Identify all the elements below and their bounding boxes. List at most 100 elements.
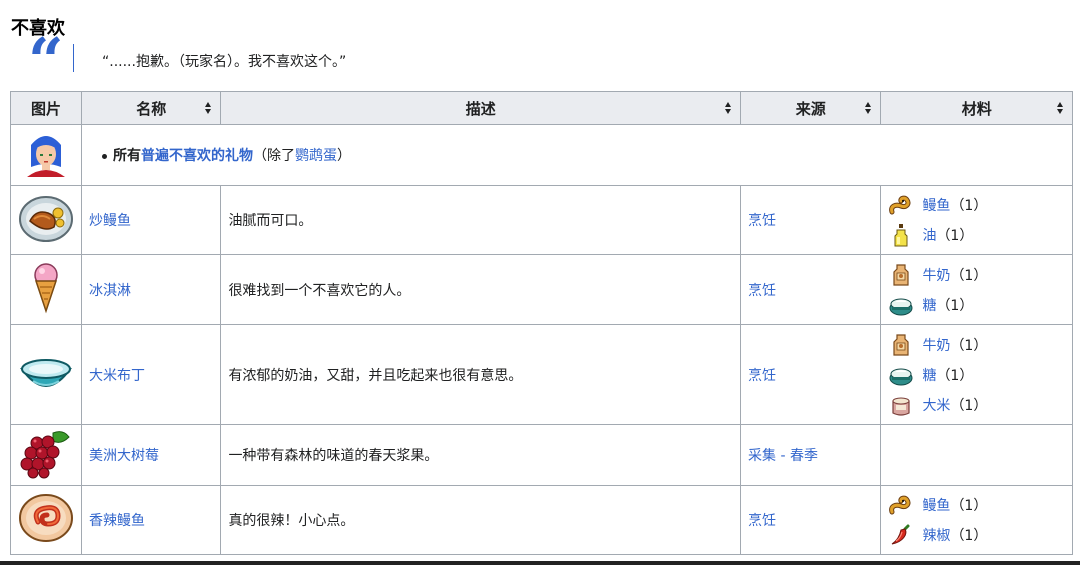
image-cell	[10, 124, 82, 186]
material-item: 糖（1）	[888, 290, 1065, 320]
material-item: 牛奶 （1）	[888, 330, 1065, 360]
material-qty: （1）	[936, 367, 974, 384]
description-cell: 很难找到一个不喜欢它的人。	[220, 254, 742, 325]
eel-icon[interactable]	[888, 192, 914, 218]
material-item: 大米 （1）	[888, 390, 1065, 420]
source-link[interactable]: 采集 - 春季	[748, 448, 818, 464]
material-link[interactable]: 大米	[922, 395, 950, 415]
universal-dislikes-link[interactable]: 普遍不喜欢的礼物	[141, 148, 253, 164]
source-cell: 烹饪	[740, 254, 882, 325]
quote-mark-icon: “	[28, 24, 64, 97]
paren-open: （除了	[253, 148, 295, 164]
item-name-link[interactable]: 大米布丁	[89, 368, 145, 384]
quote-divider	[73, 44, 74, 72]
source-cell: 采集 - 春季	[740, 424, 882, 486]
name-cell: 香辣鳗鱼	[80, 485, 222, 555]
table-row: 大米布丁 有浓郁的奶油，又甜，并且吃起来也很有意思。 烹饪 牛奶 （1） 糖（1）…	[10, 324, 1073, 425]
material-qty: （1）	[950, 198, 988, 214]
image-cell	[10, 424, 82, 486]
universal-dislike-cell: 所有普遍不喜欢的礼物（除了鹦鹉蛋）	[81, 124, 1073, 186]
pepper-icon[interactable]	[888, 522, 914, 548]
image-cell	[10, 185, 82, 255]
header-source[interactable]: 来源	[740, 91, 882, 125]
material-link[interactable]: 糖	[922, 365, 936, 385]
source-link[interactable]: 烹饪	[748, 368, 776, 384]
paren-close: ）	[337, 148, 351, 164]
materials-cell: 鳗鱼 （1） 辣椒 （1）	[880, 485, 1073, 555]
material-link[interactable]: 牛奶	[922, 335, 950, 355]
eel-icon[interactable]	[888, 492, 914, 518]
rice-icon[interactable]	[888, 392, 914, 418]
source-cell: 烹饪	[740, 185, 882, 255]
milk-icon[interactable]	[888, 262, 914, 288]
material-link[interactable]: 鳗鱼	[922, 195, 950, 215]
gift-table: 图片 名称 描述 来源 材料 所有普遍不喜欢的礼物（除了鹦鹉蛋） 炒鳗鱼 油腻而…	[10, 91, 1073, 555]
image-cell	[10, 254, 82, 325]
header-name[interactable]: 名称	[80, 91, 222, 125]
description-cell: 油腻而可口。	[220, 185, 742, 255]
sugar-icon[interactable]	[888, 362, 914, 388]
table-row: 香辣鳗鱼 真的很辣！小心点。 烹饪 鳗鱼 （1） 辣椒 （1）	[10, 485, 1073, 555]
material-qty: （1）	[936, 297, 974, 314]
table-row: 冰淇淋 很难找到一个不喜欢它的人。 烹饪 牛奶 （1） 糖（1）	[10, 254, 1073, 325]
sort-icon[interactable]	[725, 102, 732, 114]
ice-cream-icon[interactable]	[31, 261, 61, 315]
name-cell: 炒鳗鱼	[80, 185, 222, 255]
material-qty: （1）	[950, 397, 988, 414]
item-name-link[interactable]: 炒鳗鱼	[89, 213, 131, 229]
sort-icon[interactable]	[1057, 102, 1064, 114]
name-cell: 冰淇淋	[80, 254, 222, 325]
material-qty: （1）	[950, 498, 988, 514]
spicy-eel-icon[interactable]	[18, 492, 74, 544]
material-link[interactable]: 糖	[922, 295, 936, 315]
oil-icon[interactable]	[888, 222, 914, 248]
bullet-icon	[102, 153, 107, 159]
source-cell: 烹饪	[740, 485, 882, 555]
header-materials[interactable]: 材料	[880, 91, 1073, 125]
description-cell: 有浓郁的奶油，又甜，并且吃起来也很有意思。	[220, 324, 742, 425]
source-cell: 烹饪	[740, 324, 882, 425]
material-item: 牛奶 （1）	[888, 260, 1065, 290]
sugar-icon[interactable]	[888, 292, 914, 318]
fried-eel-icon[interactable]	[18, 191, 74, 245]
milk-icon[interactable]	[888, 332, 914, 358]
name-cell: 大米布丁	[80, 324, 222, 425]
source-link[interactable]: 烹饪	[748, 213, 776, 229]
item-name-link[interactable]: 美洲大树莓	[89, 448, 159, 464]
name-cell: 美洲大树莓	[80, 424, 222, 486]
salmonberry-icon[interactable]	[19, 427, 73, 479]
source-link[interactable]: 烹饪	[748, 513, 776, 529]
materials-cell: 牛奶 （1） 糖（1）	[880, 254, 1073, 325]
material-link[interactable]: 牛奶	[922, 265, 950, 285]
material-item: 糖（1）	[888, 360, 1065, 390]
material-qty: （1）	[950, 267, 988, 284]
table-row: 所有普遍不喜欢的礼物（除了鹦鹉蛋）	[10, 124, 1073, 186]
parrot-egg-link[interactable]: 鹦鹉蛋	[295, 148, 337, 164]
material-item: 油（1）	[888, 220, 1065, 250]
image-cell	[10, 324, 82, 425]
image-cell	[10, 485, 82, 555]
header-description[interactable]: 描述	[220, 91, 742, 125]
table-row: 炒鳗鱼 油腻而可口。 烹饪 鳗鱼 （1） 油（1）	[10, 185, 1073, 255]
item-name-link[interactable]: 香辣鳗鱼	[89, 513, 145, 529]
item-name-link[interactable]: 冰淇淋	[89, 283, 131, 299]
sort-icon[interactable]	[205, 102, 212, 114]
rice-pudding-icon[interactable]	[19, 351, 73, 395]
material-item: 鳗鱼 （1）	[888, 490, 1065, 520]
universal-prefix: 所有	[113, 148, 141, 164]
material-qty: （1）	[950, 528, 988, 544]
material-link[interactable]: 鳗鱼	[922, 495, 950, 515]
description-cell: 一种带有森林的味道的春天浆果。	[220, 424, 742, 486]
table-row: 美洲大树莓 一种带有森林的味道的春天浆果。 采集 - 春季	[10, 424, 1073, 486]
material-item: 辣椒 （1）	[888, 520, 1065, 550]
source-link[interactable]: 烹饪	[748, 283, 776, 299]
materials-cell: 鳗鱼 （1） 油（1）	[880, 185, 1073, 255]
sort-icon[interactable]	[865, 102, 872, 114]
material-qty: （1）	[936, 228, 974, 244]
dialogue-quote: “......抱歉。（玩家名）。我不喜欢这个。”	[102, 54, 347, 70]
emily-portrait-icon[interactable]	[21, 127, 71, 179]
material-item: 鳗鱼 （1）	[888, 190, 1065, 220]
material-link[interactable]: 辣椒	[922, 525, 950, 545]
material-link[interactable]: 油	[922, 225, 936, 245]
header-image: 图片	[10, 91, 82, 125]
